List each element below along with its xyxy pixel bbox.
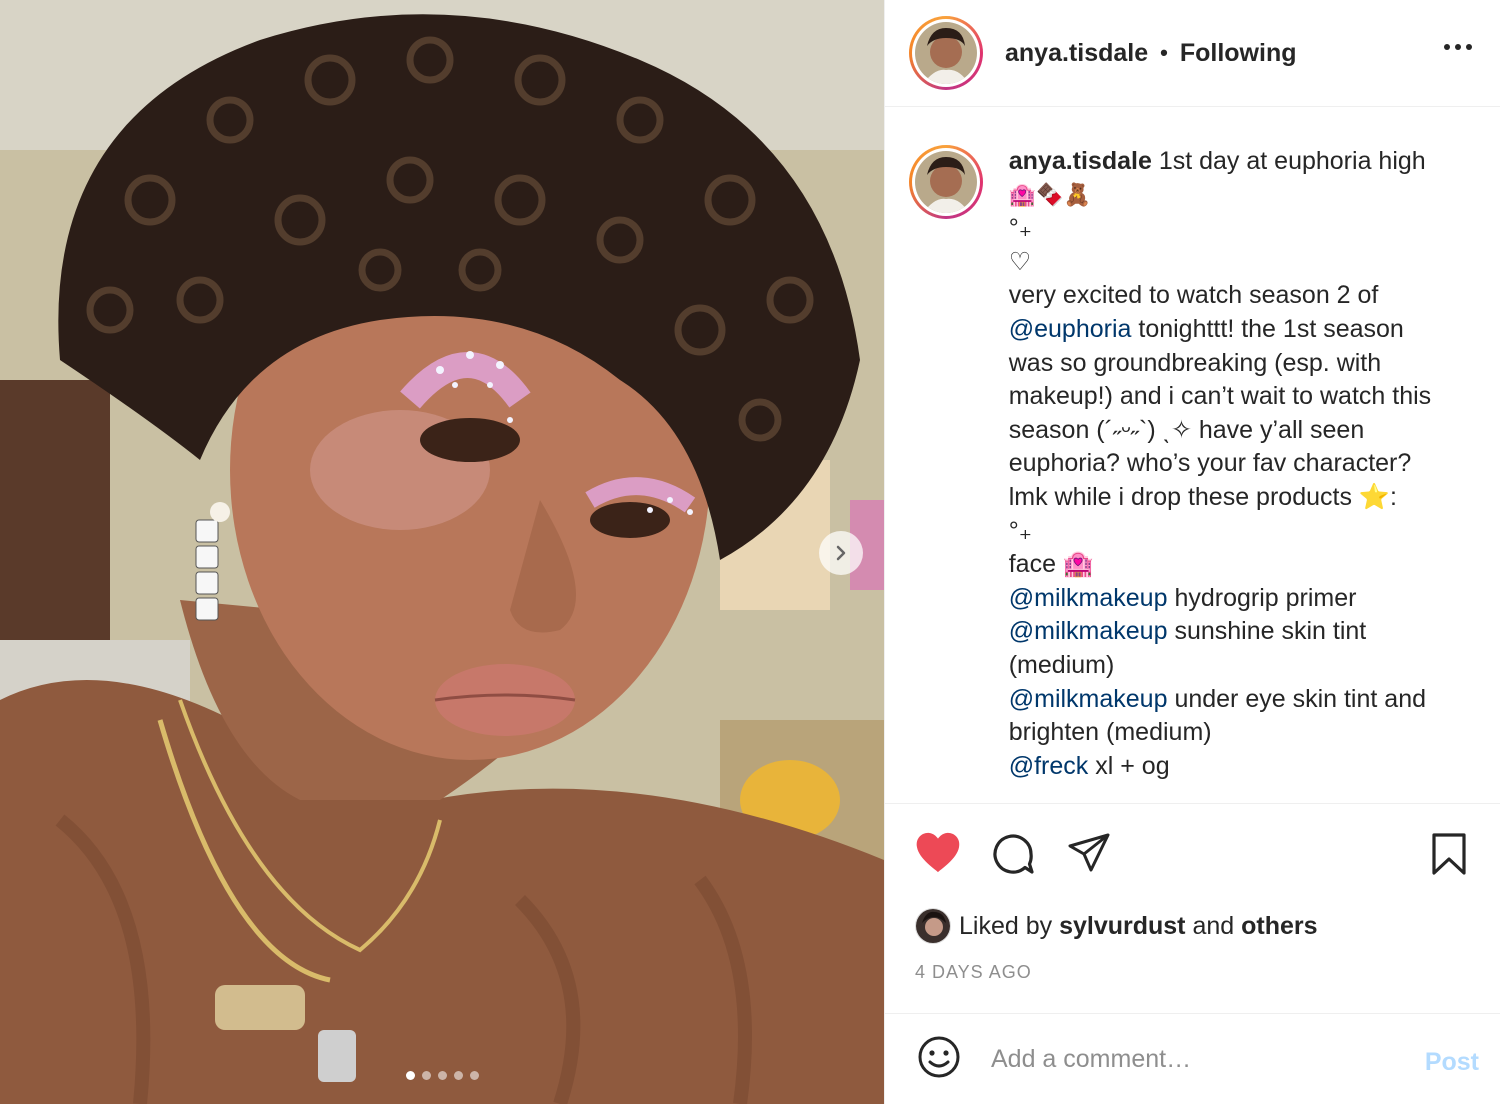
avatar-image	[915, 22, 977, 84]
caption-line: (medium)	[1008, 650, 1115, 679]
mention-link[interactable]: @euphoria	[1009, 315, 1132, 343]
emoji-picker-button[interactable]	[917, 1035, 961, 1084]
caption-avatar[interactable]	[909, 145, 983, 219]
caption-line: @milkmakeup hydrogrip primer	[1008, 583, 1357, 612]
avatar[interactable]	[909, 16, 983, 90]
caption-area[interactable]: anya.tisdale 1st day at euphoria high 🏩🍫…	[885, 107, 1500, 803]
paper-plane-icon	[1068, 833, 1110, 872]
caption-line: lmk while i drop these products ⭐:	[1008, 482, 1397, 511]
caption-line: face 🏩	[1008, 550, 1095, 579]
caption-line-text: 1st day at euphoria high	[1151, 147, 1426, 175]
mention-link[interactable]: @freck	[1009, 752, 1089, 780]
carousel-dot	[421, 1071, 431, 1080]
like-button[interactable]	[915, 832, 961, 879]
likes-prefix: Liked by	[959, 911, 1060, 940]
caption-line: ♡	[1008, 247, 1032, 276]
caption-line: euphoria? who’s your fav character?	[1008, 449, 1412, 478]
caption-text: anya.tisdale 1st day at euphoria high 🏩🍫…	[1009, 145, 1477, 783]
caption-line: 🏩🍫🧸	[1008, 182, 1091, 208]
post-timestamp[interactable]: 4 DAYS AGO	[915, 962, 1032, 983]
smiley-icon	[918, 1036, 960, 1077]
caption-line: °₊	[1008, 214, 1032, 243]
carousel-dot	[437, 1071, 447, 1080]
likes-others-link[interactable]: others	[1241, 912, 1317, 941]
post-sidebar: anya.tisdale • Following anya.tisdale 1s…	[884, 0, 1500, 1104]
post-header: anya.tisdale • Following	[885, 0, 1500, 107]
carousel-dot	[453, 1071, 463, 1080]
comment-input[interactable]	[991, 1044, 1391, 1074]
avatar-image	[914, 151, 977, 213]
caption-line: brighten (medium)	[1008, 718, 1212, 747]
chevron-right-icon	[836, 545, 846, 561]
caption-line: makeup!) and i can’t wait to watch this	[1008, 382, 1432, 411]
carousel-dot	[469, 1071, 479, 1080]
likes-middle: and	[1185, 911, 1242, 940]
caption-line: very excited to watch season 2 of	[1008, 281, 1379, 310]
caption-line: @freck xl + og	[1008, 751, 1170, 780]
caption-line: °₊	[1008, 516, 1032, 545]
caption-username[interactable]: anya.tisdale	[1009, 147, 1152, 175]
bookmark-icon	[1432, 833, 1466, 875]
post-photo	[0, 0, 884, 1104]
following-button[interactable]: Following	[1180, 39, 1297, 68]
header-username[interactable]: anya.tisdale	[1005, 39, 1148, 68]
mention-link[interactable]: @milkmakeup	[1009, 584, 1168, 612]
next-slide-button[interactable]	[819, 531, 863, 575]
mention-link[interactable]: @milkmakeup	[1009, 685, 1168, 713]
liker-avatar[interactable]	[915, 908, 951, 944]
caption-line: anya.tisdale 1st day at euphoria high	[1009, 145, 1477, 179]
likes-summary: Liked by sylvurdust and others	[915, 908, 1318, 944]
header-separator: •	[1160, 40, 1168, 65]
share-button[interactable]	[1067, 832, 1111, 881]
carousel-indicators	[0, 1071, 884, 1080]
avatar-image	[916, 909, 950, 943]
caption-line: @milkmakeup sunshine skin tint	[1008, 617, 1367, 646]
caption-line: season (´˶ᵕ˶`) ˎ✧ have y’all seen	[1008, 415, 1365, 444]
save-button[interactable]	[1431, 832, 1467, 881]
comment-bar: Post	[885, 1013, 1500, 1104]
post-actions: Liked by sylvurdust and others 4 DAYS AG…	[885, 803, 1500, 1013]
comment-bubble-icon	[993, 834, 1034, 874]
post-comment-button[interactable]: Post	[1425, 1048, 1479, 1077]
caption-line: @euphoria tonighttt! the 1st season	[1008, 314, 1404, 343]
liker-username[interactable]: sylvurdust	[1059, 912, 1185, 941]
more-dots-icon	[1444, 44, 1450, 50]
comment-button[interactable]	[991, 832, 1035, 881]
mention-link[interactable]: @milkmakeup	[1009, 617, 1168, 645]
more-options-button[interactable]	[1444, 38, 1472, 56]
caption-line: was so groundbreaking (esp. with	[1008, 348, 1382, 377]
carousel-dot	[405, 1071, 415, 1080]
post-media[interactable]	[0, 0, 884, 1104]
heart-filled-icon	[916, 832, 960, 873]
caption-line: @milkmakeup under eye skin tint and	[1008, 684, 1426, 713]
